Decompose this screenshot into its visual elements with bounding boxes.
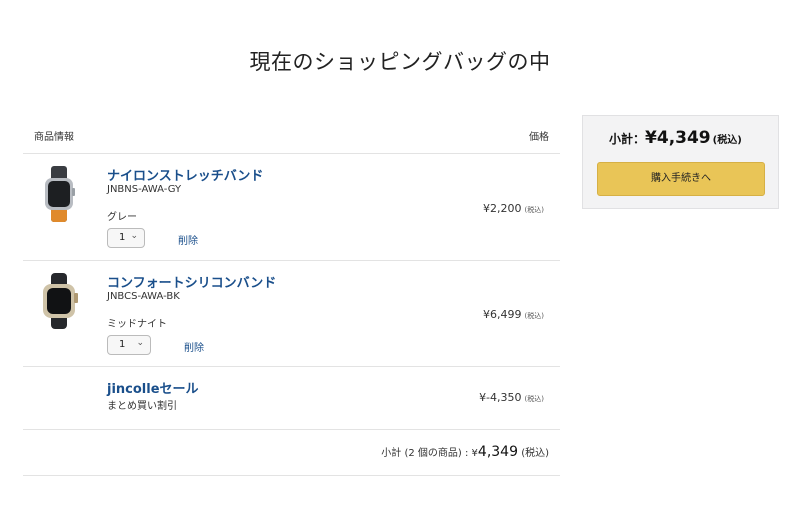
item-price: ¥6,499 (税込) xyxy=(483,308,544,321)
cart-item: ナイロンストレッチバンド JNBNS-AWA-GY グレー 1 ⌄ 削除 ¥2,… xyxy=(23,154,560,261)
checkout-button[interactable]: 購入手続きへ xyxy=(597,162,765,196)
cart-table: 商品情報 価格 ナイロンストレッチバンド JNBNS-AWA-GY グレー 1 … xyxy=(23,114,560,476)
product-sku: JNBNS-AWA-GY xyxy=(107,184,182,195)
product-variant: グレー xyxy=(107,212,137,223)
product-name[interactable]: ナイロンストレッチバンド xyxy=(107,165,263,184)
page-title: 現在のショッピングバッグの中 xyxy=(249,50,551,74)
cart-subtotal: 小計 (2 個の商品) : ¥4,349 (税込) xyxy=(23,430,560,476)
summary-subtotal: 小計：¥4,349 (税込) xyxy=(609,128,742,148)
quantity-value: 1 xyxy=(119,339,126,350)
column-header-price: 価格 xyxy=(529,132,549,143)
product-variant: ミッドナイト xyxy=(107,319,167,330)
product-image-nylon-band[interactable] xyxy=(31,164,87,224)
cart-item: コンフォートシリコンバンド JNBCS-AWA-BK ミッドナイト 1 ⌄ 削除… xyxy=(23,261,560,367)
delete-link[interactable]: 削除 xyxy=(178,232,198,247)
discount-row: jincolleセール まとめ買い割引 ¥-4,350 (税込) xyxy=(23,367,560,430)
cart-header: 商品情報 価格 xyxy=(23,114,560,154)
chevron-down-icon: ⌄ xyxy=(136,338,144,348)
discount-name: jincolleセール xyxy=(107,382,199,397)
product-image-silicone-band[interactable] xyxy=(31,271,87,331)
quantity-select[interactable]: 1 ⌄ xyxy=(107,335,151,355)
delete-link[interactable]: 削除 xyxy=(184,339,204,354)
product-sku: JNBCS-AWA-BK xyxy=(107,291,180,302)
discount-amount: ¥-4,350 (税込) xyxy=(479,391,544,404)
column-header-item: 商品情報 xyxy=(34,132,74,143)
order-summary: 小計：¥4,349 (税込) 購入手続きへ xyxy=(582,115,779,209)
product-name[interactable]: コンフォートシリコンバンド xyxy=(107,272,276,291)
quantity-value: 1 xyxy=(119,232,126,243)
item-price: ¥2,200 (税込) xyxy=(483,202,544,215)
quantity-select[interactable]: 1 ⌄ xyxy=(107,228,145,248)
subtotal-text: 小計 (2 個の商品) : ¥4,349 (税込) xyxy=(381,444,549,460)
chevron-down-icon: ⌄ xyxy=(130,231,138,241)
discount-description: まとめ買い割引 xyxy=(107,401,177,412)
